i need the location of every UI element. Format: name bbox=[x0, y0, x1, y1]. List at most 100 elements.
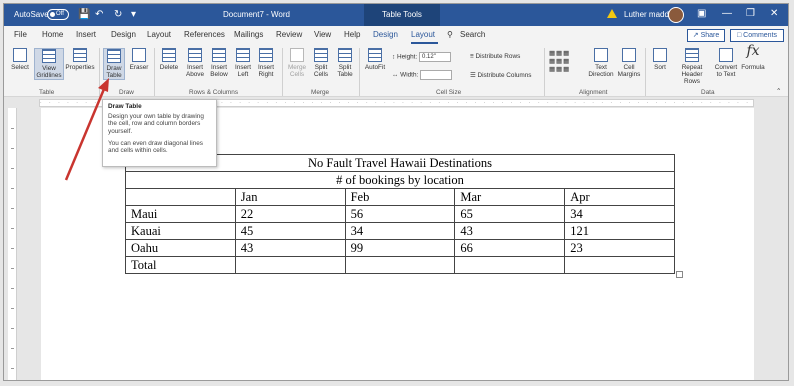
insert-above-button[interactable]: Insert Above bbox=[184, 48, 206, 78]
draw-table-button[interactable]: Draw Table bbox=[103, 48, 125, 80]
convert-to-text-button[interactable]: Convert to Text bbox=[712, 48, 740, 78]
table-cell[interactable]: 43 bbox=[454, 222, 566, 240]
table-row: Maui 22 56 65 34 bbox=[125, 205, 675, 223]
close-icon[interactable]: ✕ bbox=[770, 8, 778, 19]
table-cell[interactable]: 99 bbox=[344, 239, 456, 257]
group-label-data: Data bbox=[701, 89, 715, 96]
collapse-ribbon-icon[interactable]: ⌃ bbox=[776, 87, 781, 95]
table-cell[interactable]: 43 bbox=[234, 239, 346, 257]
table-cell[interactable]: 66 bbox=[454, 239, 566, 257]
tab-help[interactable]: Help bbox=[344, 30, 360, 39]
autosave-toggle[interactable]: Off bbox=[47, 9, 69, 20]
table-cell[interactable]: 34 bbox=[344, 222, 456, 240]
insert-below-button[interactable]: Insert Below bbox=[208, 48, 230, 78]
insert-right-button[interactable]: Insert Right bbox=[255, 48, 277, 78]
split-table-label: Split Table bbox=[337, 64, 353, 78]
insert-left-icon bbox=[236, 48, 250, 62]
view-gridlines-button[interactable]: View Gridlines bbox=[34, 48, 64, 80]
title-bar: AutoSave Off 💾 ↶ ↻ ▾ Document7 - Word Ta… bbox=[4, 4, 788, 26]
table-cell[interactable]: Total bbox=[125, 256, 236, 274]
restore-icon[interactable]: ❐ bbox=[746, 8, 755, 19]
formula-icon: fx bbox=[746, 43, 760, 59]
table-resize-handle[interactable] bbox=[676, 271, 683, 278]
tab-table-layout[interactable]: Layout bbox=[411, 30, 435, 39]
merge-cells-button[interactable]: Merge Cells bbox=[286, 48, 308, 78]
split-cells-button[interactable]: Split Cells bbox=[310, 48, 332, 78]
height-input[interactable]: 0.12" bbox=[419, 52, 452, 62]
tab-view[interactable]: View bbox=[314, 30, 331, 39]
sort-button[interactable]: Sort bbox=[649, 48, 671, 71]
table-header-cell[interactable] bbox=[125, 188, 236, 206]
table-cell[interactable] bbox=[344, 256, 456, 274]
table-cell[interactable]: 65 bbox=[454, 205, 566, 223]
delete-button[interactable]: Delete bbox=[158, 48, 180, 71]
tab-table-design[interactable]: Design bbox=[373, 30, 398, 39]
minimize-icon[interactable]: — bbox=[722, 8, 732, 19]
eraser-button[interactable]: Eraser bbox=[127, 48, 151, 71]
distribute-rows-label: Distribute Rows bbox=[475, 53, 521, 60]
split-cells-label: Split Cells bbox=[313, 64, 329, 78]
search-box[interactable]: Search bbox=[460, 30, 485, 39]
cell-margins-button[interactable]: Cell Margins bbox=[616, 48, 642, 78]
distribute-columns-button[interactable]: ☰ Distribute Columns bbox=[470, 71, 532, 79]
table-header-cell[interactable]: Feb bbox=[344, 188, 456, 206]
ribbon-display-icon[interactable]: ▣ bbox=[697, 8, 706, 19]
table-header-cell[interactable]: Apr bbox=[564, 188, 675, 206]
properties-button[interactable]: Properties bbox=[64, 48, 96, 71]
table-cell[interactable]: 34 bbox=[564, 205, 675, 223]
undo-icon[interactable]: ↶ bbox=[95, 9, 103, 20]
width-input[interactable] bbox=[420, 70, 453, 80]
autosave-label: AutoSave bbox=[14, 10, 49, 19]
height-label: Height: bbox=[396, 53, 418, 61]
table-header-cell[interactable]: Mar bbox=[454, 188, 566, 206]
table-subtitle-cell[interactable]: # of bookings by location bbox=[125, 171, 675, 189]
comments-button[interactable]: □ Comments bbox=[730, 29, 784, 42]
ribbon-tabs: File Home Insert Design Layout Reference… bbox=[4, 26, 788, 45]
tab-insert[interactable]: Insert bbox=[76, 30, 96, 39]
table-cell[interactable]: 121 bbox=[564, 222, 675, 240]
formula-button[interactable]: fx Formula bbox=[740, 43, 766, 71]
table-cell[interactable] bbox=[234, 256, 346, 274]
delete-label: Delete bbox=[159, 64, 179, 71]
split-table-button[interactable]: Split Table bbox=[334, 48, 356, 78]
bookings-table[interactable]: No Fault Travel Hawaii Destinations # of… bbox=[125, 154, 675, 274]
insert-left-button[interactable]: Insert Left bbox=[232, 48, 254, 78]
width-control: ↔ Width: bbox=[392, 70, 453, 80]
table-cell[interactable]: 56 bbox=[344, 205, 456, 223]
table-cell[interactable]: 22 bbox=[234, 205, 346, 223]
user-name[interactable]: Luther maddy bbox=[624, 10, 673, 19]
view-gridlines-label: View Gridlines bbox=[36, 65, 62, 79]
table-cell[interactable]: Maui bbox=[125, 205, 236, 223]
autofit-button[interactable]: AutoFit bbox=[362, 48, 388, 71]
text-direction-button[interactable]: Text Direction bbox=[588, 48, 614, 78]
tab-layout[interactable]: Layout bbox=[147, 30, 171, 39]
table-cell[interactable]: 45 bbox=[234, 222, 346, 240]
repeat-header-rows-button[interactable]: Repeat Header Rows bbox=[673, 48, 711, 85]
redo-icon[interactable]: ↻ bbox=[114, 9, 122, 20]
tab-review[interactable]: Review bbox=[276, 30, 302, 39]
customize-qat-icon[interactable]: ▾ bbox=[131, 9, 136, 20]
tab-file[interactable]: File bbox=[14, 30, 27, 39]
tab-references[interactable]: References bbox=[184, 30, 225, 39]
table-header-cell[interactable]: Jan bbox=[234, 188, 346, 206]
group-label-rows-columns: Rows & Columns bbox=[189, 89, 239, 96]
search-icon[interactable]: ⚲ bbox=[447, 30, 453, 39]
convert-to-text-label: Convert to Text bbox=[714, 64, 738, 78]
table-cell[interactable]: 23 bbox=[564, 239, 675, 257]
table-cell[interactable] bbox=[564, 256, 675, 274]
alignment-grid[interactable]: ▦▦▦ ▦▦▦ ▦▦▦ bbox=[549, 49, 570, 73]
share-button[interactable]: ↗ Share bbox=[687, 29, 725, 42]
warning-icon[interactable] bbox=[607, 9, 617, 18]
group-label-table: Table bbox=[39, 89, 55, 96]
distribute-rows-button[interactable]: ≡ Distribute Rows bbox=[470, 53, 520, 60]
tab-home[interactable]: Home bbox=[42, 30, 63, 39]
table-cell[interactable]: Kauai bbox=[125, 222, 236, 240]
save-icon[interactable]: 💾 bbox=[78, 9, 90, 20]
avatar[interactable] bbox=[668, 7, 684, 23]
insert-right-icon bbox=[259, 48, 273, 62]
table-cell[interactable]: Oahu bbox=[125, 239, 236, 257]
tab-mailings[interactable]: Mailings bbox=[234, 30, 263, 39]
tab-design[interactable]: Design bbox=[111, 30, 136, 39]
select-button[interactable]: Select bbox=[10, 48, 30, 71]
table-cell[interactable] bbox=[454, 256, 566, 274]
